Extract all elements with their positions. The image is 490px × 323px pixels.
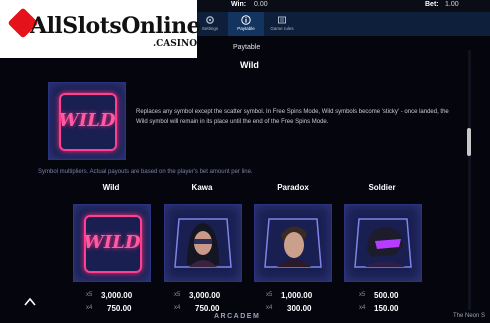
pay-multiplier: x5	[266, 292, 273, 298]
wild-symbol-text: WILD	[58, 110, 116, 131]
logo-subtext: .CASINO	[153, 39, 198, 49]
provider-brand: ARCADEM	[214, 313, 261, 320]
tab-paytable-label: Paytable	[237, 26, 255, 31]
symbol-name-soldier: Soldier	[368, 183, 396, 192]
wild-symbol-card: WILD	[73, 204, 151, 282]
pay-value: 750.00	[107, 304, 132, 313]
pay-value: 500.00	[374, 291, 399, 300]
bet-label: Bet:	[425, 1, 439, 8]
pay-value: 3,000.00	[189, 291, 221, 300]
pay-value: 150.00	[374, 304, 399, 313]
kawa-portrait-icon	[174, 218, 232, 268]
paradox-portrait-icon	[264, 218, 322, 268]
info-icon	[241, 15, 251, 25]
symbol-name-wild: Wild	[102, 183, 120, 192]
tab-game-rules-label: Game rules	[270, 26, 294, 31]
tab-game-rules[interactable]: Game rules	[264, 12, 300, 36]
allslotsonline-logo: AllSlotsOnline .CASINO	[0, 0, 201, 58]
page-title: Paytable	[233, 44, 261, 51]
bet-value: 1.00	[445, 1, 459, 8]
soldier-symbol-card	[344, 204, 422, 282]
pay-multiplier: x4	[86, 305, 93, 311]
tab-paytable[interactable]: Paytable	[228, 12, 264, 36]
pay-value: 750.00	[195, 304, 220, 313]
pay-multiplier: x4	[174, 305, 181, 311]
symbol-name-kawa: Kawa	[191, 183, 213, 192]
pay-multiplier: x4	[266, 305, 273, 311]
pay-value: 3,000.00	[101, 291, 133, 300]
scrollbar-thumb[interactable]	[467, 128, 471, 156]
win-value: 0.00	[254, 1, 268, 8]
logo-text: AllSlotsOnline	[30, 13, 201, 39]
wild-heading: Wild	[240, 60, 259, 70]
menu-tab-bar: Settings Paytable Game rules	[192, 12, 490, 36]
pay-multiplier: x5	[174, 292, 181, 298]
pay-multiplier: x5	[359, 292, 366, 298]
win-label: Win:	[231, 1, 247, 8]
pay-value: 1,000.00	[281, 291, 313, 300]
scroll-up-arrow-icon[interactable]	[24, 296, 36, 308]
pay-multiplier: x4	[359, 305, 366, 311]
symbol-name-paradox: Paradox	[277, 183, 309, 192]
kawa-symbol-card	[164, 204, 242, 282]
pay-value: 300.00	[287, 304, 312, 313]
wild-card-text: WILD	[83, 232, 141, 253]
game-title: The Neon S	[453, 313, 486, 319]
wild-symbol-large: WILD	[48, 82, 126, 160]
pay-multiplier: x5	[86, 292, 93, 298]
wild-description: Replaces any symbol except the scatter s…	[136, 109, 449, 125]
soldier-helmet-icon	[354, 218, 412, 268]
paradox-symbol-card	[254, 204, 332, 282]
scrollbar-track[interactable]	[468, 50, 471, 310]
multipliers-note: Symbol multipliers. Actual payouts are b…	[38, 169, 253, 175]
gear-icon	[206, 16, 214, 24]
rules-icon	[278, 16, 286, 24]
